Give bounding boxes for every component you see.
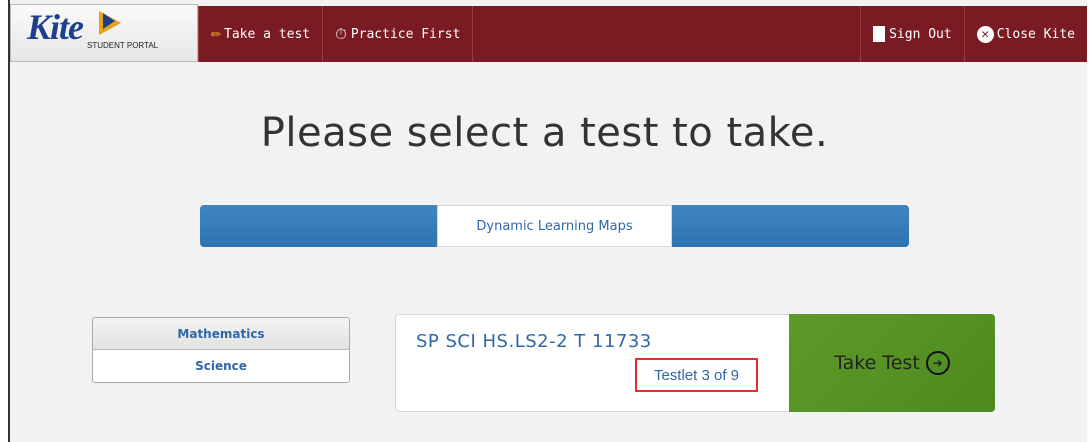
nav-sign-out-label: Sign Out bbox=[889, 26, 952, 42]
testlet-counter: Testlet 3 of 9 bbox=[635, 358, 758, 392]
close-icon: ✕ bbox=[976, 25, 994, 43]
nav-practice-first-label: Practice First bbox=[350, 26, 461, 42]
nav-take-a-test[interactable]: ✎ Take a test bbox=[198, 6, 324, 62]
tab-dynamic-learning-maps[interactable]: Dynamic Learning Maps bbox=[437, 205, 672, 247]
take-test-button[interactable]: Take Test ➜ bbox=[789, 314, 995, 412]
nav-close-kite-label: Close Kite bbox=[996, 26, 1075, 42]
logo-text: Kite bbox=[27, 7, 84, 47]
subject-item-mathematics[interactable]: Mathematics bbox=[93, 318, 349, 350]
timer-icon: ⏱ bbox=[335, 25, 347, 43]
top-navbar: Kite STUDENT PORTAL ✎ Take a test ⏱ Prac… bbox=[10, 4, 1087, 62]
arrow-right-circle-icon: ➜ bbox=[925, 351, 950, 375]
nav-sign-out[interactable]: Sign Out bbox=[860, 6, 964, 62]
page-title: Please select a test to take. bbox=[260, 110, 829, 156]
test-card: SP SCI HS.LS2-2 T 11733 Testlet 3 of 9 T… bbox=[395, 314, 995, 412]
test-name: SP SCI HS.LS2-2 T 11733 bbox=[416, 331, 652, 352]
kite-logo: Kite STUDENT PORTAL bbox=[10, 4, 198, 62]
nav-take-a-test-label: Take a test bbox=[224, 26, 311, 42]
program-tab-bar: Dynamic Learning Maps bbox=[200, 205, 909, 247]
logo-subtext: STUDENT PORTAL bbox=[87, 41, 159, 50]
kite-flag-inner-icon bbox=[103, 13, 115, 29]
pencil-icon: ✎ bbox=[205, 24, 226, 44]
sign-out-icon bbox=[873, 26, 886, 42]
nav-close-kite[interactable]: ✕ Close Kite bbox=[963, 6, 1087, 62]
subject-list: Mathematics Science bbox=[92, 317, 350, 383]
nav-practice-first[interactable]: ⏱ Practice First bbox=[323, 6, 474, 62]
take-test-label: Take Test bbox=[834, 352, 920, 374]
subject-item-science[interactable]: Science bbox=[93, 350, 349, 382]
